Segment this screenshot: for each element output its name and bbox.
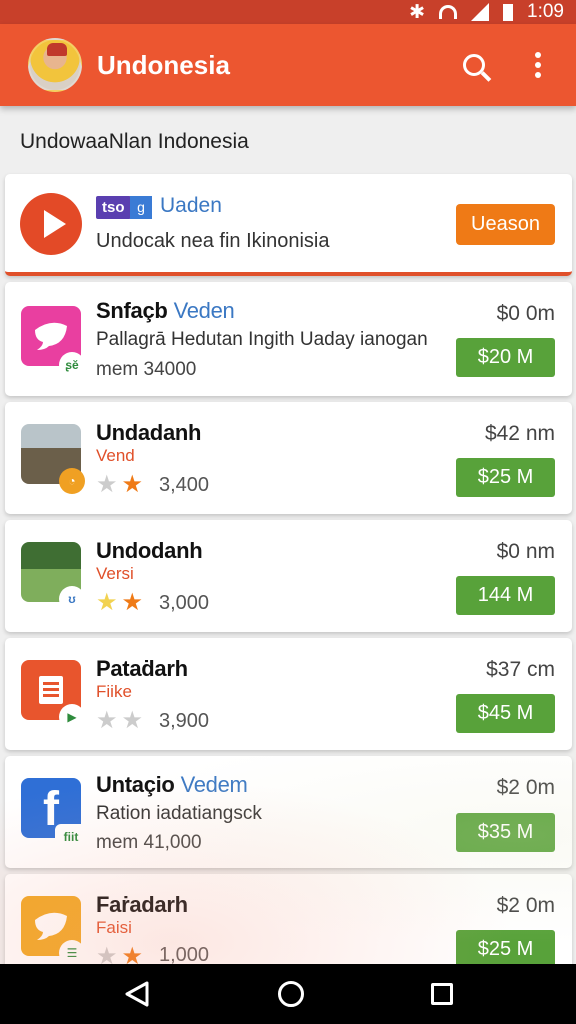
app-badge: fiit xyxy=(55,824,87,850)
app-description: Ration iadatiangsck xyxy=(96,803,262,824)
search-button[interactable] xyxy=(454,45,494,85)
buy-button[interactable]: $25 M xyxy=(456,458,555,497)
app-name: Snfaçb Veden xyxy=(96,298,235,323)
featured-action-button[interactable]: Ueason xyxy=(456,204,555,245)
app-badge: ☰ xyxy=(59,940,85,966)
more-vert-icon xyxy=(535,52,541,78)
app-badge: ʂĕ xyxy=(59,352,85,378)
app-price: $0 nm xyxy=(496,540,555,563)
list-item[interactable]: ☰ Faṙadarh Faisi ★ ★ 1,000 $2 0m $25 M xyxy=(5,874,572,974)
featured-tag-secondary: g xyxy=(130,196,152,219)
app-price: $2 0m xyxy=(496,894,555,917)
rating-count: 3,400 xyxy=(159,474,210,496)
list-item[interactable]: ▶ Pataḋarh Fiike ★ ★ 3,900 $37 cm $45 M xyxy=(5,638,572,750)
list-item[interactable]: ʊ Undodanh Versi ★ ★ 3,000 $0 nm 144 M xyxy=(5,520,572,632)
app-badge: ʊ xyxy=(59,586,85,612)
app-name: Pataḋarh xyxy=(96,656,188,681)
list-item[interactable]: ʂĕ Snfaçb Veden Pallagrā Hedutan Ingith U… xyxy=(5,282,572,396)
rating-stars: ★ ★ xyxy=(96,709,143,733)
overflow-menu-button[interactable] xyxy=(518,45,558,85)
app-meta: mem 41,000 xyxy=(96,832,202,853)
buy-button[interactable]: $20 M xyxy=(456,338,555,377)
app-version: Versi xyxy=(96,564,134,583)
app-price: $42 nm xyxy=(484,422,555,445)
rating-count: 3,000 xyxy=(159,592,210,614)
app-badge: ◔ xyxy=(59,468,85,494)
app-bar: Undonesia xyxy=(0,24,576,106)
app-badge: ▶ xyxy=(59,704,85,730)
featured-card[interactable]: tso g Uaden Undocak nea fin Ikinonisia U… xyxy=(5,174,572,276)
star-icon: ★ xyxy=(96,589,118,616)
play-icon xyxy=(20,193,82,255)
battery-icon xyxy=(503,3,514,21)
navigation-bar xyxy=(0,964,576,1024)
app-price: $0 0m xyxy=(496,302,555,325)
list-item[interactable]: ◔ Undadanh Vend ★ ★ 3,400 $42 nm $25 M xyxy=(5,402,572,514)
list-item[interactable]: f fiit Untaçio Vedem Ration iadatiangsck … xyxy=(5,756,572,868)
app-version: Fiike xyxy=(96,682,132,701)
status-time: 1:09 xyxy=(527,1,564,22)
app-name: Undadanh xyxy=(96,420,202,445)
app-version: Faisi xyxy=(96,918,132,937)
section-title: UndowaaNlan Indonesia xyxy=(20,130,249,153)
app-price: $37 cm xyxy=(486,658,555,681)
star-icon: ★ xyxy=(121,471,144,498)
buy-button[interactable]: 144 M xyxy=(456,576,555,615)
app-price: $2 0m xyxy=(496,776,555,799)
app-version: Vend xyxy=(96,446,135,465)
signal-icon xyxy=(471,3,490,21)
star-icon: ★ xyxy=(121,707,144,734)
rating-stars: ★ ★ xyxy=(96,473,143,497)
app-name: Undodanh xyxy=(96,538,203,563)
search-icon xyxy=(463,54,485,76)
app-meta: mem 34000 xyxy=(96,359,197,380)
star-icon: ★ xyxy=(121,589,144,616)
featured-tag: tso xyxy=(96,196,131,219)
star-icon: ★ xyxy=(96,471,118,498)
star-icon: ★ xyxy=(96,707,118,734)
featured-description: Undocak nea fin Ikinonisia xyxy=(96,230,330,252)
app-title: Undonesia xyxy=(97,49,230,80)
recents-icon[interactable] xyxy=(430,983,453,1005)
featured-version: Uaden xyxy=(160,194,222,217)
home-icon[interactable] xyxy=(277,981,304,1007)
app-name: Untaçio Vedem xyxy=(96,772,248,797)
app-description: Pallagrā Hedutan Ingith Uaday ianogan xyxy=(96,329,428,350)
app-name: Faṙadarh xyxy=(96,892,188,917)
buy-button[interactable]: $45 M xyxy=(456,694,555,733)
back-icon[interactable] xyxy=(123,980,151,1008)
rating-stars: ★ ★ xyxy=(96,591,143,615)
status-bar: ✱ 1:09 xyxy=(0,0,576,24)
rating-count: 3,900 xyxy=(159,710,210,732)
wifi-icon xyxy=(439,5,458,19)
avatar[interactable] xyxy=(28,38,82,92)
buy-button[interactable]: $35 M xyxy=(456,813,555,852)
bug-icon: ✱ xyxy=(409,1,426,23)
